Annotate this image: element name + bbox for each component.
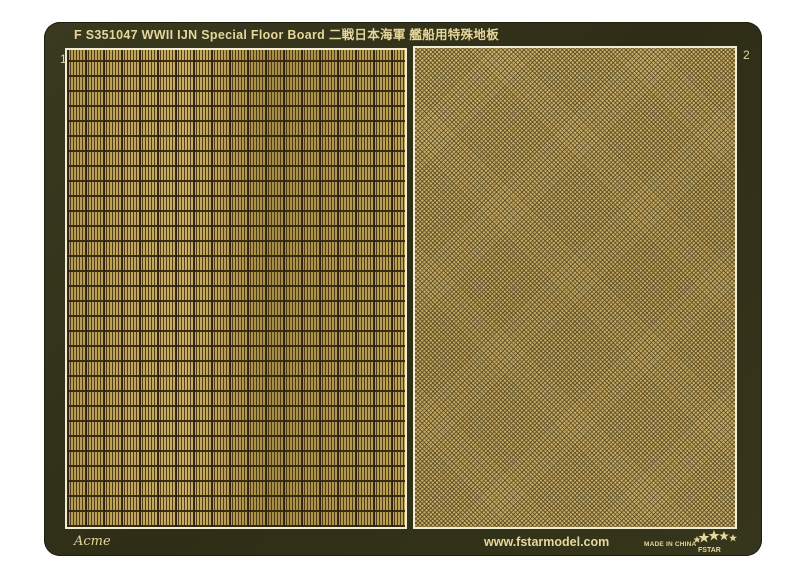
photo-etch-sheet: F S351047 WWII IJN Special Floor Board 二… <box>44 22 762 556</box>
brand-mark: Acme <box>74 534 111 549</box>
website-label: www.fstarmodel.com <box>484 535 610 549</box>
floor-board-panel-grating <box>65 48 407 529</box>
floor-board-panel-mesh <box>413 46 737 529</box>
star-logo-icon: FSTAR <box>694 530 737 554</box>
sheet-title: F S351047 WWII IJN Special Floor Board 二… <box>74 28 499 42</box>
made-in-label: MADE IN CHINA <box>644 541 697 548</box>
logo-text: FSTAR <box>698 547 721 554</box>
panel-number-2: 2 <box>743 48 750 62</box>
